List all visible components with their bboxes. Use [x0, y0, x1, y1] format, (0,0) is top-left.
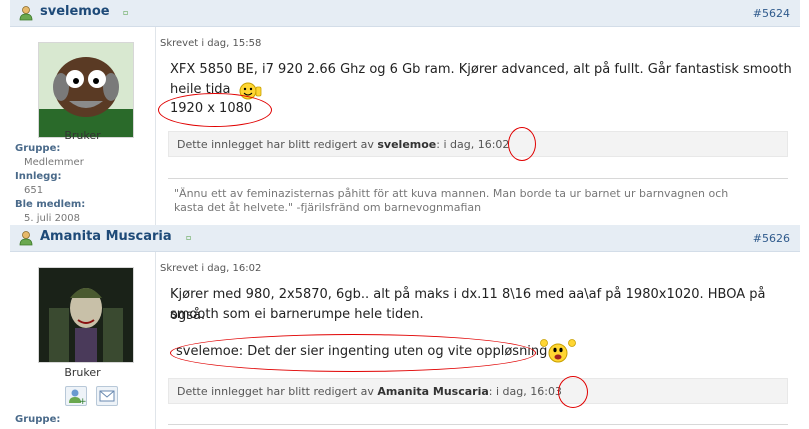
posts-count-label: Innlegg:: [15, 171, 62, 182]
highlight-annotation: [158, 93, 272, 127]
post-timestamp: Skrevet i dag, 16:02: [160, 263, 262, 274]
post-content: Skrevet i dag, 16:02 Kjører med 980, 2x5…: [160, 252, 800, 429]
signature-separator: [168, 424, 788, 425]
member-since-value: 5. juli 2008: [24, 213, 81, 224]
post-header: Amanita Muscaria ▫ #5626: [10, 225, 800, 252]
add-contact-icon: +: [69, 389, 87, 407]
member-since-label: Ble medlem:: [15, 199, 86, 210]
group-value: Medlemmer: [24, 157, 84, 168]
edited-by-user: Amanita Muscaria: [377, 385, 489, 398]
highlight-annotation: [170, 334, 536, 372]
smiley-cheer-icon: [540, 339, 576, 363]
author-info: Bruker Gruppe: Medlemmer Innlegg: 651 Bl…: [10, 27, 156, 225]
post-number-link[interactable]: #5624: [753, 7, 790, 20]
username-link[interactable]: Amanita Muscaria: [40, 229, 172, 244]
post-body-line: smooth som ei barnerumpe hele tiden.: [170, 307, 424, 322]
add-contact-button[interactable]: +: [65, 386, 87, 407]
user-icon: [19, 231, 33, 246]
edit-notice: Dette innlegget har blitt redigert av Am…: [168, 378, 788, 404]
user-icon: [19, 6, 33, 21]
post-content: Skrevet i dag, 15:58 XFX 5850 BE, i7 920…: [158, 27, 800, 225]
edit-notice: Dette innlegget har blitt redigert av sv…: [168, 131, 788, 157]
username-link[interactable]: svelemoe: [40, 4, 110, 19]
send-message-button[interactable]: [96, 386, 118, 406]
send-message-icon: [99, 390, 115, 402]
user-rank: Bruker: [64, 129, 101, 142]
post-timestamp: Skrevet i dag, 15:58: [160, 38, 262, 49]
online-status-icon: ▫: [123, 8, 129, 17]
edited-by-user: svelemoe: [377, 138, 437, 151]
highlight-annotation: [558, 376, 588, 408]
highlight-annotation: [508, 127, 536, 161]
user-rank: Bruker: [64, 366, 101, 379]
post: svelemoe ▫ #5624 Bruker Gruppe: Medlemme…: [10, 0, 800, 225]
signature-separator: [168, 178, 788, 179]
post-header: svelemoe ▫ #5624: [10, 0, 800, 27]
avatar: [38, 267, 134, 363]
signature: "Ännu ett av feminazisternas påhitt för …: [174, 187, 729, 214]
post-body-line: XFX 5850 BE, i7 920 2.66 Ghz og 6 Gb ram…: [170, 62, 792, 77]
avatar: [38, 42, 134, 138]
post-number-link[interactable]: #5626: [753, 232, 790, 245]
author-info: Bruker + Gruppe:: [10, 252, 156, 429]
posts-count-value: 651: [24, 185, 44, 196]
group-label: Gruppe:: [15, 414, 61, 425]
svg-text:+: +: [79, 397, 86, 405]
online-status-icon: ▫: [186, 233, 192, 242]
post: Amanita Muscaria ▫ #5626 Bruker + Gruppe…: [10, 225, 800, 429]
group-label: Gruppe:: [15, 143, 61, 154]
